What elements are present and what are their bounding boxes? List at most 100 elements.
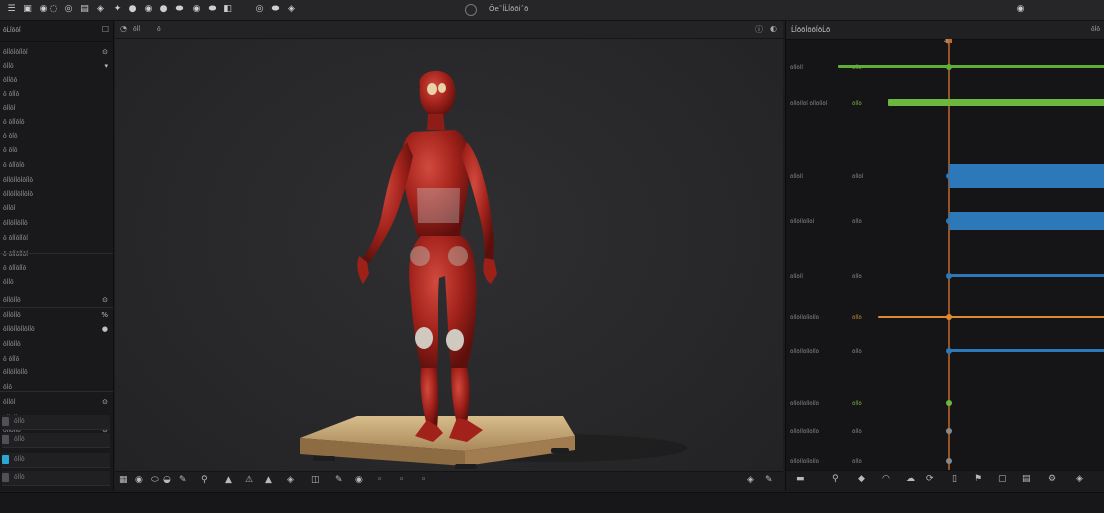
- 3d-viewport[interactable]: ◔ ōĺĺ ō ⓘ ◐ ▦ ◉ ⬭ ◒ ✎ ⚲ ▲ ⚠ ▲ ◈ ◫ ✎ ◉ ◦ …: [115, 21, 783, 491]
- outliner-row[interactable]: ōĺō: [0, 382, 113, 394]
- view-mode-icon[interactable]: ◔: [120, 24, 127, 33]
- loop-icon[interactable]: ⟳: [926, 474, 934, 484]
- track-label[interactable]: ōĺĺōĺĺ: [790, 174, 803, 180]
- outliner-row[interactable]: ō ōĺĺōĺō: [0, 117, 113, 129]
- track-label[interactable]: ōĺĺōĺĺōĺĺōĺĺō: [790, 315, 819, 321]
- outliner-row[interactable]: ō ōĺĺō: [0, 354, 113, 366]
- move-icon[interactable]: ✦: [112, 4, 123, 15]
- outliner-row[interactable]: ōĺĺōĺĺōĺĺō: [0, 218, 113, 230]
- track-label[interactable]: ōĺĺōĺĺōĺ ōĺĺōĺĺōĺ: [790, 101, 827, 107]
- track-label[interactable]: ōĺĺōĺĺ: [790, 65, 803, 71]
- outliner-row[interactable]: ōĺĺōĺĺō: [0, 339, 113, 351]
- help-icon[interactable]: ⬬: [270, 4, 281, 15]
- link-icon[interactable]: ◧: [222, 4, 233, 15]
- outliner-row-indicator-icon[interactable]: ▾: [104, 62, 108, 70]
- rotate-icon[interactable]: ●: [127, 4, 138, 15]
- anatomy-figure[interactable]: [357, 70, 497, 442]
- redo-icon[interactable]: ◎: [63, 4, 74, 15]
- bookmark-icon[interactable]: ⚑: [974, 474, 982, 484]
- viewport-info-icon[interactable]: ⓘ: [755, 24, 763, 35]
- track-label[interactable]: ōĺĺōĺĺōĺĺōĺĺō: [790, 459, 819, 465]
- curve-icon[interactable]: ◠: [882, 474, 890, 484]
- cloud-icon[interactable]: ☁: [906, 474, 915, 484]
- outliner-row[interactable]: ōĺĺōĺōĺĺōĺ ⊙: [0, 47, 113, 59]
- maximize-icon[interactable]: ◈: [286, 4, 297, 15]
- close-icon[interactable]: ◉: [1015, 4, 1026, 15]
- layer-slot[interactable]: ōĺĺō: [2, 471, 110, 486]
- nav-icon[interactable]: ◈: [747, 475, 754, 485]
- face-icon[interactable]: ◦: [421, 475, 426, 485]
- outliner-row[interactable]: ōĺĺōĺĺō ⊙: [0, 295, 113, 307]
- keyframe-marker[interactable]: [946, 218, 952, 224]
- layer-slot[interactable]: ōĺĺō: [2, 415, 110, 430]
- fill-icon[interactable]: ◒: [163, 475, 171, 485]
- track-label[interactable]: ōĺĺōĺĺōĺĺōĺĺō: [790, 349, 819, 355]
- pen-icon[interactable]: ✎: [179, 475, 187, 485]
- track-label[interactable]: ōĺĺōĺĺōĺĺōĺĺō: [790, 401, 819, 407]
- copy-icon[interactable]: ▢: [998, 474, 1007, 484]
- clip-icon[interactable]: ▯: [952, 474, 957, 484]
- grid-icon[interactable]: ▤: [79, 4, 90, 15]
- track-bar[interactable]: [888, 99, 1104, 106]
- outliner-row[interactable]: ōĺĺōĺ ⊙: [0, 397, 113, 409]
- outliner-row[interactable]: ō ōĺō: [0, 131, 113, 143]
- zoom-icon[interactable]: ⚲: [832, 474, 839, 484]
- outliner-row[interactable]: ō ōĺĺōĺĺōĺ: [0, 233, 113, 245]
- keyframe-marker[interactable]: [946, 314, 952, 320]
- outliner-row[interactable]: ō ōĺō: [0, 145, 113, 157]
- outliner-row-indicator-icon[interactable]: ⊙: [102, 398, 108, 406]
- camera-icon[interactable]: ◈: [95, 4, 106, 15]
- edge-icon[interactable]: ◦: [399, 475, 404, 485]
- outliner-row[interactable]: ōĺĺōĺ: [0, 203, 113, 215]
- pin-icon[interactable]: ⚲: [201, 475, 208, 485]
- outliner-row[interactable]: ōĺĺōĺĺōĺĺō: [0, 367, 113, 379]
- menu-icon[interactable]: ☰: [6, 4, 17, 15]
- undo-icon[interactable]: ◌: [48, 4, 59, 15]
- outliner-row[interactable]: ōĺĺōō: [0, 75, 113, 87]
- key-icon[interactable]: ◆: [858, 474, 865, 484]
- outliner-row[interactable]: ō ōĺĺōĺĺō: [0, 263, 113, 275]
- pedestal[interactable]: [300, 416, 687, 469]
- file-icon[interactable]: ▣: [22, 4, 33, 15]
- select-icon[interactable]: ▦: [119, 475, 128, 485]
- outliner-row[interactable]: ō ōĺĺōĺĺōĺ: [0, 249, 113, 261]
- track-label[interactable]: ōĺĺōĺĺōĺĺōĺ: [790, 219, 814, 225]
- timeline-header-option[interactable]: ōĺō: [1091, 26, 1100, 33]
- scale-icon[interactable]: ◉: [143, 4, 154, 15]
- outliner-row-indicator-icon[interactable]: %: [101, 311, 108, 319]
- outliner-row[interactable]: ōĺĺōĺ: [0, 103, 113, 115]
- play-icon[interactable]: ⬬: [207, 4, 218, 15]
- track-bar[interactable]: [949, 212, 1104, 230]
- paint-icon[interactable]: ◫: [311, 475, 320, 485]
- outliner-row[interactable]: ōĺĺōĺĺōĺōĺĺō: [0, 175, 113, 187]
- sculpt-icon[interactable]: ▲: [225, 475, 232, 485]
- track-bar[interactable]: [838, 65, 1104, 68]
- outliner-options-icon[interactable]: ☐: [102, 25, 109, 34]
- settings-icon[interactable]: ◎: [254, 4, 265, 15]
- mesh-icon[interactable]: ◈: [1076, 474, 1083, 484]
- outliner-row-indicator-icon[interactable]: ●: [102, 325, 108, 333]
- light-icon[interactable]: ⬬: [174, 4, 185, 15]
- shading-toggle-icon[interactable]: ◐: [770, 24, 777, 33]
- outliner-row[interactable]: ō ōĺĺō: [0, 89, 113, 101]
- track-bar[interactable]: [949, 349, 1104, 352]
- keyframe-marker[interactable]: [946, 273, 952, 279]
- layer-slot[interactable]: ōĺĺō: [2, 453, 110, 468]
- track-label[interactable]: ōĺĺōĺĺōĺĺōĺĺō: [790, 429, 819, 435]
- outliner-row[interactable]: ōĺĺōĺĺō%: [0, 310, 113, 322]
- viewport-scene[interactable]: [115, 38, 783, 471]
- brush-icon[interactable]: ⬭: [151, 475, 159, 485]
- keyframe-marker[interactable]: [946, 458, 952, 464]
- layers-icon[interactable]: ▤: [1022, 474, 1031, 484]
- pencil-icon[interactable]: ✎: [765, 475, 773, 485]
- vertex-icon[interactable]: ◦: [377, 475, 382, 485]
- track-bar[interactable]: [949, 164, 1104, 188]
- viewport-view-label[interactable]: ōĺĺ: [133, 26, 140, 33]
- mesh-icon[interactable]: ◈: [287, 475, 294, 485]
- minus-icon[interactable]: ▬: [796, 474, 805, 484]
- sphere-icon[interactable]: ●: [158, 4, 169, 15]
- outliner-row[interactable]: ōĺĺōĺĺōĺĺōĺĺō ●: [0, 324, 113, 336]
- outliner-row[interactable]: ōĺĺōĺĺōĺĺōĺō: [0, 189, 113, 201]
- outliner-row-indicator-icon[interactable]: ⊙: [102, 296, 108, 304]
- keyframe-marker[interactable]: [946, 64, 952, 70]
